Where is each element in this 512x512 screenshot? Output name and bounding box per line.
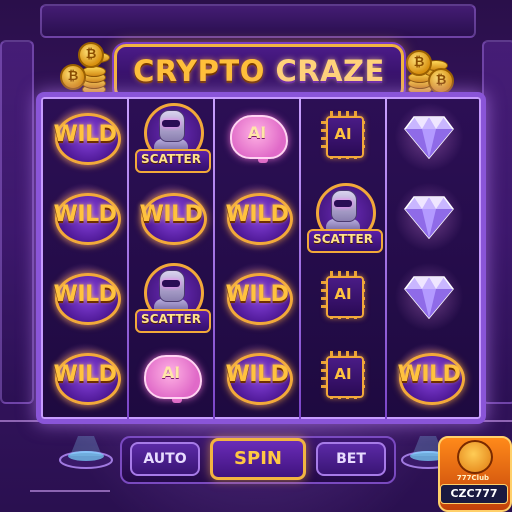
diamond-symbol <box>390 261 468 333</box>
bet-button[interactable]: BET <box>316 442 386 476</box>
reel-divider <box>299 97 301 419</box>
bitcoin-coin-icon: ₿ <box>406 50 432 76</box>
diamond-symbol <box>390 101 468 173</box>
reel-divider <box>385 97 387 419</box>
wild-label: WILD <box>53 282 117 307</box>
diamond-icon <box>404 196 454 239</box>
scatter-symbol: SCATTER <box>304 181 383 253</box>
wild-label: WILD <box>225 282 289 307</box>
diamond-symbol <box>390 181 468 253</box>
ai-label: AI <box>334 125 352 143</box>
wild-symbol: WILD <box>46 181 124 253</box>
reel-divider <box>127 97 129 419</box>
wild-symbol: WILD <box>218 181 296 253</box>
diamond-icon <box>404 116 454 159</box>
scatter-label: SCATTER <box>313 232 373 246</box>
bitcoin-coin-icon: ₿ <box>60 64 86 90</box>
ai-chip-symbol: AI <box>304 101 382 173</box>
wild-symbol: WILD <box>46 101 124 173</box>
mascot-icon <box>457 440 493 474</box>
reel-divider <box>213 97 215 419</box>
ai-chip-symbol: AI <box>304 341 382 413</box>
game-title: CRYPTO CRAZE <box>117 54 401 88</box>
wild-label: WILD <box>53 362 117 387</box>
wild-label: WILD <box>225 362 289 387</box>
bitcoin-coin-icon: ₿ <box>428 68 454 94</box>
wild-label: WILD <box>397 362 461 387</box>
ai-label: AI <box>247 123 267 142</box>
scatter-symbol: SCATTER <box>132 101 211 173</box>
ai-label: AI <box>334 285 352 303</box>
bitcoin-coin-icon: ₿ <box>78 42 104 68</box>
ai-brain-symbol: AI <box>218 101 296 173</box>
wild-symbol: WILD <box>218 261 296 333</box>
ai-label: AI <box>161 363 181 382</box>
ai-chip-symbol: AI <box>304 261 382 333</box>
reels-frame: WILD WILD WILD WILD SCATTER WILD SCATTER AI AI WI… <box>36 92 486 424</box>
brand-name: CZC777 <box>440 484 508 504</box>
ai-brain-symbol: AI <box>132 341 210 413</box>
wild-label: WILD <box>53 202 117 227</box>
scatter-symbol: SCATTER <box>132 261 211 333</box>
background-panel-top <box>40 4 476 38</box>
background-circuit-line <box>30 490 110 492</box>
wild-symbol: WILD <box>46 341 124 413</box>
diamond-icon <box>404 276 454 319</box>
ai-label: AI <box>334 365 352 383</box>
spin-button[interactable]: SPIN <box>210 438 306 480</box>
wild-symbol: WILD <box>46 261 124 333</box>
scatter-label: SCATTER <box>141 312 201 326</box>
wild-symbol: WILD <box>390 341 468 413</box>
wild-label: WILD <box>53 122 117 147</box>
game-title-word-2: CRAZE <box>275 54 385 88</box>
wild-label: WILD <box>139 202 203 227</box>
wild-label: WILD <box>225 202 289 227</box>
brand-subtitle: 777Club <box>456 474 490 482</box>
game-title-word-1: CRYPTO <box>133 54 265 88</box>
background-panel-right <box>482 40 512 404</box>
wild-symbol: WILD <box>132 181 210 253</box>
wild-symbol: WILD <box>218 341 296 413</box>
scatter-label: SCATTER <box>141 152 201 166</box>
background-panel-left <box>0 40 34 404</box>
auto-button[interactable]: AUTO <box>130 442 200 476</box>
hologram-pedestal-left <box>59 436 113 469</box>
